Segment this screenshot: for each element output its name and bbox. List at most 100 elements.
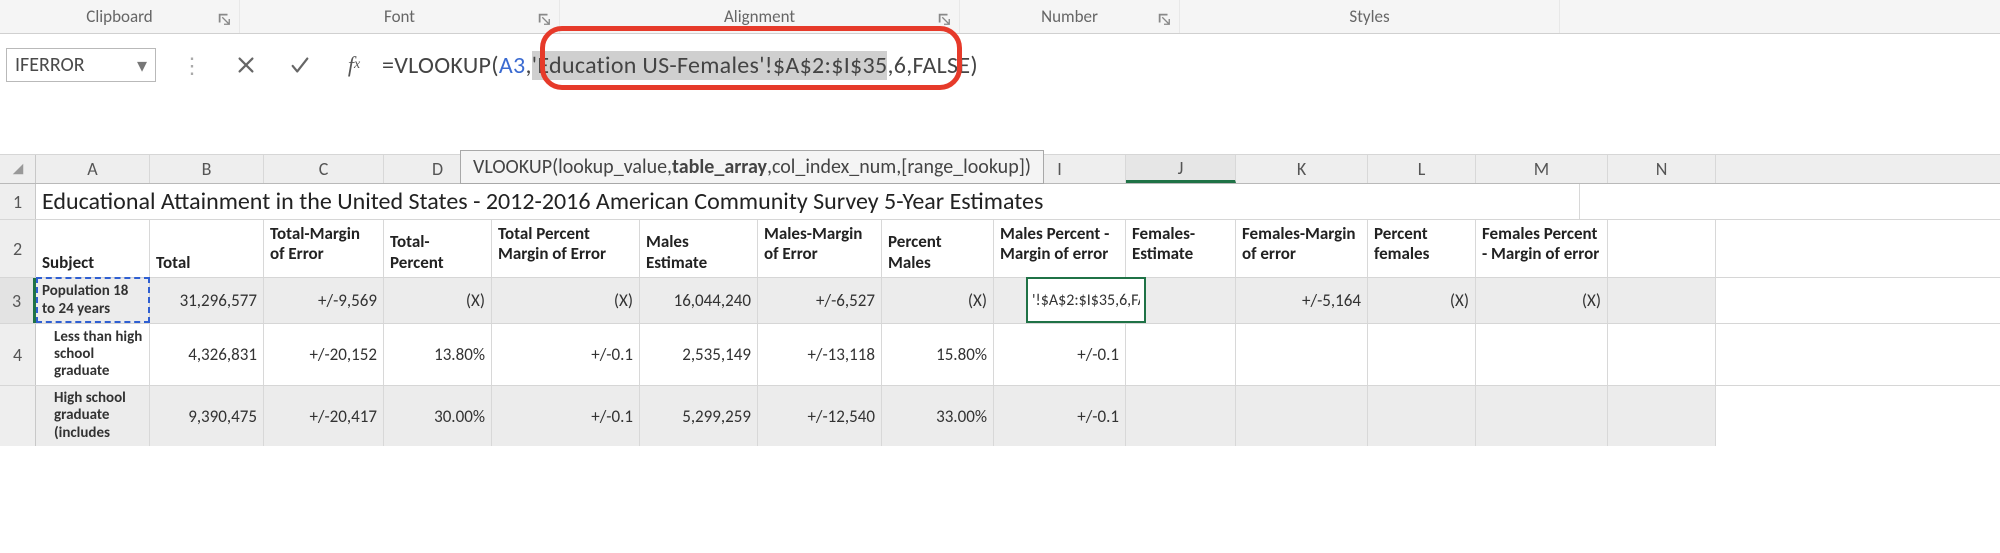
name-box[interactable]: IFERROR ▾	[6, 48, 156, 82]
header-total-percent[interactable]: Total- Percent	[384, 220, 492, 277]
row-header-3[interactable]: 3	[0, 278, 36, 323]
cancel-formula-button[interactable]	[228, 50, 264, 80]
column-header-N[interactable]: N	[1608, 155, 1716, 183]
ribbon-group-alignment: Alignment	[560, 0, 960, 33]
cell[interactable]	[1368, 324, 1476, 385]
insert-function-button[interactable]: fx	[336, 50, 372, 80]
cell[interactable]: 33.00%	[882, 386, 994, 446]
header-total-percent-moe[interactable]: Total Percent Margin of Error	[492, 220, 640, 277]
cell[interactable]	[1126, 386, 1236, 446]
formula-arg-table-array: 'Education US-Females'!$A$2:$I$35	[532, 51, 888, 80]
row-header-4[interactable]: 4	[0, 324, 36, 385]
column-header-M[interactable]: M	[1476, 155, 1608, 183]
cell[interactable]: +/-20,417	[264, 386, 384, 446]
cell[interactable]: (X)	[882, 278, 994, 323]
ribbon-group-label: Alignment	[724, 6, 795, 27]
column-header-C[interactable]: C	[264, 155, 384, 183]
cell-subject[interactable]: Population 18 to 24 years	[36, 278, 150, 323]
column-header-B[interactable]: B	[150, 155, 264, 183]
cell[interactable]: (X)	[492, 278, 640, 323]
header-females-moe[interactable]: Females-Margin of error	[1236, 220, 1368, 277]
cell[interactable]	[1476, 386, 1608, 446]
cell[interactable]	[1126, 324, 1236, 385]
header-males-estimate[interactable]: Males Estimate	[640, 220, 758, 277]
cell[interactable]: +/-6,527	[758, 278, 882, 323]
cell-subject[interactable]: Less than high school graduate	[36, 324, 150, 385]
row-header-1[interactable]: 1	[0, 184, 36, 219]
table-row: 3 Population 18 to 24 years 31,296,577 +…	[0, 278, 2000, 324]
dialog-launcher-icon[interactable]	[537, 10, 551, 24]
function-arguments-tooltip[interactable]: VLOOKUP(lookup_value, table_array, col_i…	[460, 150, 1044, 184]
cell[interactable]: +/-9,569	[264, 278, 384, 323]
cell-subject[interactable]: High school graduate (includes	[36, 386, 150, 446]
column-header-K[interactable]: K	[1236, 155, 1368, 183]
cell[interactable]: 15.80%	[882, 324, 994, 385]
row-header-5[interactable]	[0, 386, 36, 446]
cell[interactable]	[1236, 386, 1368, 446]
ribbon-group-number: Number	[960, 0, 1180, 33]
dialog-launcher-icon[interactable]	[217, 10, 231, 24]
cell[interactable]: (X)	[384, 278, 492, 323]
header-total[interactable]: Total	[150, 220, 264, 277]
title-cell[interactable]: Educational Attainment in the United Sta…	[36, 184, 1580, 219]
header-females-estimate[interactable]: Females-Estimate	[1126, 220, 1236, 277]
cell[interactable]	[1608, 324, 1716, 385]
ribbon-group-font: Font	[240, 0, 560, 33]
formula-bar-expand-icon[interactable]: ⋮	[174, 50, 210, 80]
column-header-L[interactable]: L	[1368, 155, 1476, 183]
cell[interactable]: 9,390,475	[150, 386, 264, 446]
cell[interactable]: +/-0.1	[492, 386, 640, 446]
column-header-A[interactable]: A	[36, 155, 150, 183]
cell[interactable]: +/-0.1	[492, 324, 640, 385]
cell[interactable]: +/-0.1	[994, 324, 1126, 385]
cell[interactable]	[1608, 278, 1716, 323]
cell[interactable]: 30.00%	[384, 386, 492, 446]
cell[interactable]: (X)	[1476, 278, 1608, 323]
ribbon-group-styles: Styles	[1180, 0, 1560, 33]
dialog-launcher-icon[interactable]	[937, 10, 951, 24]
formula-arg-col-index: 6	[894, 51, 906, 80]
cell[interactable]: 31,296,577	[150, 278, 264, 323]
table-row: High school graduate (includes 9,390,475…	[0, 386, 2000, 446]
ribbon-group-label: Clipboard	[86, 6, 152, 27]
chevron-down-icon[interactable]: ▾	[137, 53, 147, 78]
column-headers: A B C D E F G H I J K L M N VLOOKUP(look…	[0, 154, 2000, 184]
ribbon-group-clipboard: Clipboard	[0, 0, 240, 33]
formula-bar: IFERROR ▾ ⋮ fx =VLOOKUP(A3,'Education US…	[0, 34, 2000, 154]
cell[interactable]	[1608, 386, 1716, 446]
formula-input[interactable]: =VLOOKUP(A3,'Education US-Females'!$A$2:…	[382, 51, 1994, 80]
cell[interactable]	[1476, 324, 1608, 385]
cell[interactable]: 16,044,240	[640, 278, 758, 323]
cell[interactable]: (X)	[1368, 278, 1476, 323]
cell[interactable]: +/-0.1	[994, 386, 1126, 446]
header-males-percent-moe[interactable]: Males Percent - Margin of error	[994, 220, 1126, 277]
dialog-launcher-icon[interactable]	[1157, 10, 1171, 24]
name-box-value: IFERROR	[15, 53, 85, 77]
header-females-percent-moe[interactable]: Females Percent - Margin of error	[1476, 220, 1608, 277]
cell[interactable]: 4,326,831	[150, 324, 264, 385]
column-header-J[interactable]: J	[1126, 155, 1236, 183]
header-percent-males[interactable]: Percent Males	[882, 220, 994, 277]
formula-arg-lookup-value: A3	[499, 51, 526, 80]
header-subject[interactable]: Subject	[36, 220, 150, 277]
header-males-moe[interactable]: Males-Margin of Error	[758, 220, 882, 277]
worksheet-grid[interactable]: 1 Educational Attainment in the United S…	[0, 184, 2000, 446]
cell[interactable]: 13.80%	[384, 324, 492, 385]
select-all-triangle[interactable]	[0, 155, 36, 183]
table-row: 4 Less than high school graduate 4,326,8…	[0, 324, 2000, 386]
table-row: 2 Subject Total Total-Margin of Error To…	[0, 220, 2000, 278]
cell[interactable]: +/-13,118	[758, 324, 882, 385]
row-header-2[interactable]: 2	[0, 220, 36, 277]
cell[interactable]: +/-5,164	[1236, 278, 1368, 323]
cell[interactable]: 2,535,149	[640, 324, 758, 385]
active-cell-editor[interactable]: '!$A$2:$I$35,6,FA	[1026, 277, 1146, 323]
cell[interactable]: +/-12,540	[758, 386, 882, 446]
enter-formula-button[interactable]	[282, 50, 318, 80]
cell[interactable]	[1236, 324, 1368, 385]
cell[interactable]	[1608, 220, 1716, 277]
header-percent-females[interactable]: Percent females	[1368, 220, 1476, 277]
cell[interactable]: +/-20,152	[264, 324, 384, 385]
cell[interactable]	[1368, 386, 1476, 446]
header-total-moe[interactable]: Total-Margin of Error	[264, 220, 384, 277]
cell[interactable]: 5,299,259	[640, 386, 758, 446]
